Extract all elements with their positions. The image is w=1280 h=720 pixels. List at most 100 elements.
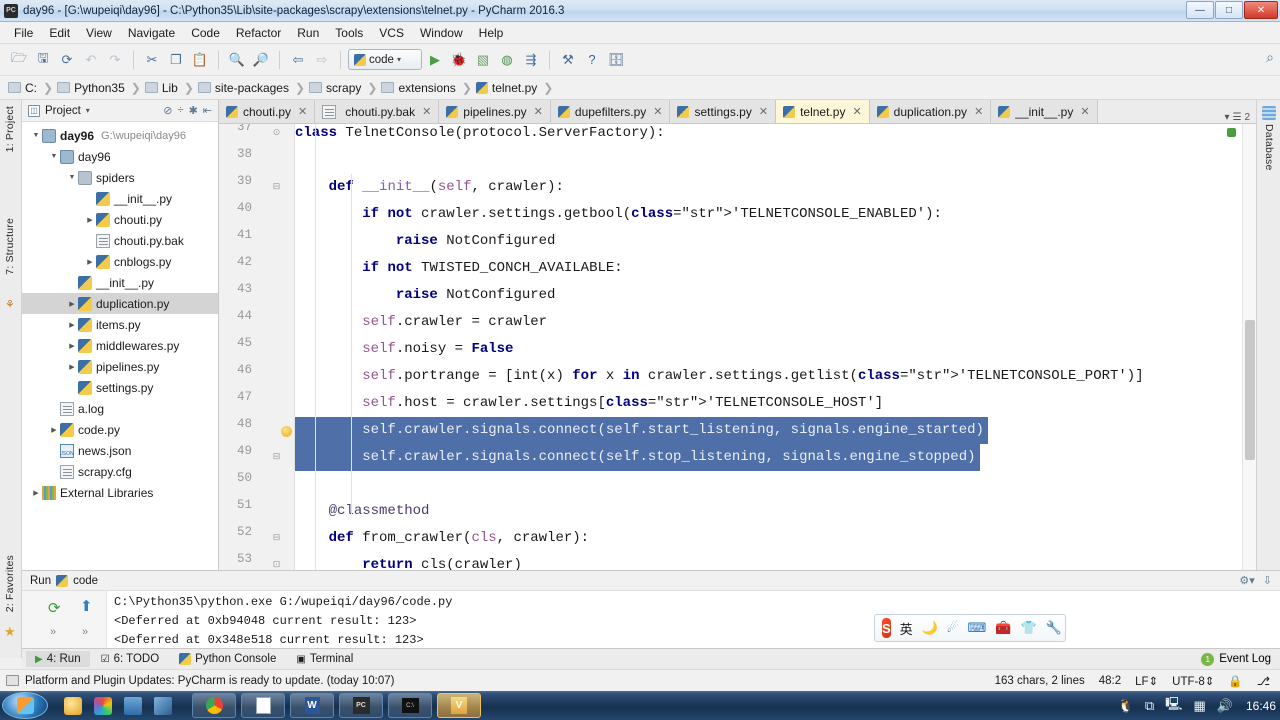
code-fold-icon[interactable]: ⊟ xyxy=(271,532,282,543)
chevron-right-icon[interactable]: ▶ xyxy=(84,216,96,224)
profile-icon[interactable]: ◍ xyxy=(496,49,518,71)
code-fold-icon[interactable]: ⊟ xyxy=(271,181,282,192)
editor-tab-duplication-py[interactable]: duplication.py ✕ xyxy=(869,100,992,123)
menu-help[interactable]: Help xyxy=(471,24,512,42)
tree-item-a-log[interactable]: ▶a.log xyxy=(22,398,218,419)
start-button[interactable] xyxy=(2,692,48,719)
tree-item-duplication-py[interactable]: ▶ duplication.py xyxy=(22,293,218,314)
minimize-button[interactable]: — xyxy=(1186,1,1214,19)
lock-icon[interactable]: 🔒 xyxy=(1228,674,1242,688)
scroll-up-icon[interactable]: ⬆ xyxy=(80,597,93,615)
tree-item---init---py[interactable]: ▶__init__.py xyxy=(22,272,218,293)
tree-item-day96[interactable]: ▼ day96 G:\wupeiqi\day96 xyxy=(22,125,218,146)
inspection-status-icon[interactable] xyxy=(1227,128,1236,137)
editor-tab-chouti-py-bak[interactable]: chouti.py.bak ✕ xyxy=(315,100,440,123)
toolbox-icon[interactable]: 🧰 xyxy=(995,620,1011,636)
branch-icon[interactable]: ⎇ xyxy=(1257,674,1270,688)
editor-scrollbar-track[interactable] xyxy=(1242,124,1256,570)
breadcrumb-item-extensions[interactable]: extensions xyxy=(381,81,457,95)
editor-tab-dupefilters-py[interactable]: dupefilters.py ✕ xyxy=(550,100,671,123)
close-icon[interactable]: ✕ xyxy=(653,105,662,118)
gear-icon[interactable]: ⚙▾ xyxy=(1239,574,1254,587)
debug-icon[interactable]: 🐞 xyxy=(448,49,470,71)
copy-icon[interactable]: ❐ xyxy=(165,49,187,71)
moon-icon[interactable]: 🌙 xyxy=(922,620,938,636)
tree-item-cnblogs-py[interactable]: ▶ cnblogs.py xyxy=(22,251,218,272)
code-fold-icon[interactable]: ⊙ xyxy=(271,127,282,138)
tab-run[interactable]: ▶ 4: Run xyxy=(26,651,90,667)
code-fold-icon[interactable]: ⊡ xyxy=(271,559,282,570)
tree-item-news-json[interactable]: ▶JSONnews.json xyxy=(22,440,218,461)
soft-wrap-icon[interactable]: » xyxy=(50,626,56,638)
menu-refactor[interactable]: Refactor xyxy=(228,24,289,42)
menu-vcs[interactable]: VCS xyxy=(371,24,412,42)
replace-icon[interactable]: 🔎 xyxy=(250,49,272,71)
print-icon[interactable]: » xyxy=(82,626,88,638)
menu-tools[interactable]: Tools xyxy=(327,24,371,42)
maximize-button[interactable]: □ xyxy=(1215,1,1243,19)
sidebar-item-favorites[interactable]: 2: Favorites xyxy=(4,555,16,612)
close-icon[interactable]: ✕ xyxy=(759,105,768,118)
tool-icon[interactable] xyxy=(154,696,172,715)
run-configuration-selector[interactable]: code ▾ xyxy=(348,49,422,70)
save-icon[interactable] xyxy=(124,696,142,715)
pycharm-window-button[interactable]: PC xyxy=(339,693,383,718)
chrome-window-button[interactable] xyxy=(192,693,236,718)
hide-icon[interactable]: ⇤ xyxy=(203,104,212,117)
code-line[interactable]: raise NotConfigured xyxy=(295,228,556,255)
breadcrumb-item-scrapy[interactable]: scrapy xyxy=(309,81,363,95)
hide-icon[interactable]: ⇩ xyxy=(1263,574,1272,587)
menu-code[interactable]: Code xyxy=(183,24,228,42)
tree-item-external-libraries[interactable]: ▶ External Libraries xyxy=(22,482,218,503)
code-line[interactable]: self.crawler = crawler xyxy=(295,309,547,336)
run-with-icon[interactable]: ⇶ xyxy=(520,49,542,71)
save-all-icon[interactable]: 🖫 xyxy=(32,49,54,71)
wrench-icon[interactable]: 🔧 xyxy=(1046,620,1062,636)
editor-tab-chouti-py[interactable]: chouti.py ✕ xyxy=(219,100,316,123)
code-line[interactable]: self.crawler.signals.connect(self.start_… xyxy=(295,417,988,444)
close-icon[interactable]: ✕ xyxy=(1080,105,1089,118)
redo-icon[interactable]: ↷ xyxy=(104,49,126,71)
volume-icon[interactable]: 🔊 xyxy=(1217,698,1233,714)
media-player-icon[interactable] xyxy=(64,696,82,715)
monitor-icon[interactable]: 🖳 xyxy=(1165,695,1182,717)
chevron-down-icon[interactable]: ▾ xyxy=(86,106,90,115)
chevron-right-icon[interactable]: ▶ xyxy=(48,426,60,434)
editor-tab---init---py[interactable]: __init__.py ✕ xyxy=(991,100,1098,123)
tree-item-code-py[interactable]: ▶ code.py xyxy=(22,419,218,440)
code-line[interactable]: class TelnetConsole(protocol.ServerFacto… xyxy=(295,124,665,147)
open-folder-icon[interactable]: 🗁 xyxy=(8,49,30,71)
editor-tab-pipelines-py[interactable]: pipelines.py ✕ xyxy=(439,100,551,123)
chevron-down-icon[interactable]: ▼ xyxy=(66,174,78,181)
close-icon[interactable]: ✕ xyxy=(852,105,861,118)
tree-item---init---py[interactable]: ▶__init__.py xyxy=(22,188,218,209)
cut-icon[interactable]: ✂ xyxy=(141,49,163,71)
tree-item-settings-py[interactable]: ▶settings.py xyxy=(22,377,218,398)
tree-item-items-py[interactable]: ▶ items.py xyxy=(22,314,218,335)
chevron-right-icon[interactable]: ▶ xyxy=(66,342,78,350)
ime-mode-label[interactable]: 英 xyxy=(900,619,913,638)
status-encoding[interactable]: UTF-8⇕ xyxy=(1172,674,1214,688)
tree-item-chouti-py[interactable]: ▶ chouti.py xyxy=(22,209,218,230)
editor-tab-telnet-py[interactable]: telnet.py ✕ xyxy=(776,100,870,123)
tab-todo[interactable]: ☑ 6: TODO xyxy=(92,651,169,667)
code-line[interactable]: self.crawler.signals.connect(self.stop_l… xyxy=(295,444,980,471)
intention-bulb-icon[interactable] xyxy=(281,426,292,437)
breadcrumb-item-telnet[interactable]: telnet.py xyxy=(475,81,539,95)
editor-tab-settings-py[interactable]: settings.py ✕ xyxy=(670,100,777,123)
breadcrumb-item-lib[interactable]: Lib xyxy=(144,81,180,95)
breadcrumb-item-site-packages[interactable]: site-packages xyxy=(197,81,291,95)
code-editor[interactable]: 37 38 39 40 41 42 43 44 45 46 47 48 49 50 51 52 53 ⊟ ⊟ ⊡ ⊟ ⊙ … xyxy=(219,124,1256,570)
word-window-button[interactable]: W xyxy=(290,693,334,718)
code-line[interactable]: return cls(crawler) xyxy=(295,552,522,570)
event-log-label[interactable]: Event Log xyxy=(1219,653,1271,665)
run-console-output[interactable]: C:\Python35\python.exe G:/wupeiqi/day96/… xyxy=(107,591,1280,649)
menu-edit[interactable]: Edit xyxy=(41,24,78,42)
settings-wrench-icon[interactable]: ⚒ xyxy=(557,49,579,71)
keyboard-icon[interactable]: ⌨ xyxy=(968,620,987,636)
help-icon[interactable]: ? xyxy=(581,49,603,71)
code-line[interactable]: if not TWISTED_CONCH_AVAILABLE: xyxy=(295,255,622,282)
status-caret-position[interactable]: 48:2 xyxy=(1099,675,1121,687)
tree-item-chouti-py-bak[interactable]: ▶chouti.py.bak xyxy=(22,230,218,251)
paint-icon[interactable] xyxy=(94,696,112,715)
